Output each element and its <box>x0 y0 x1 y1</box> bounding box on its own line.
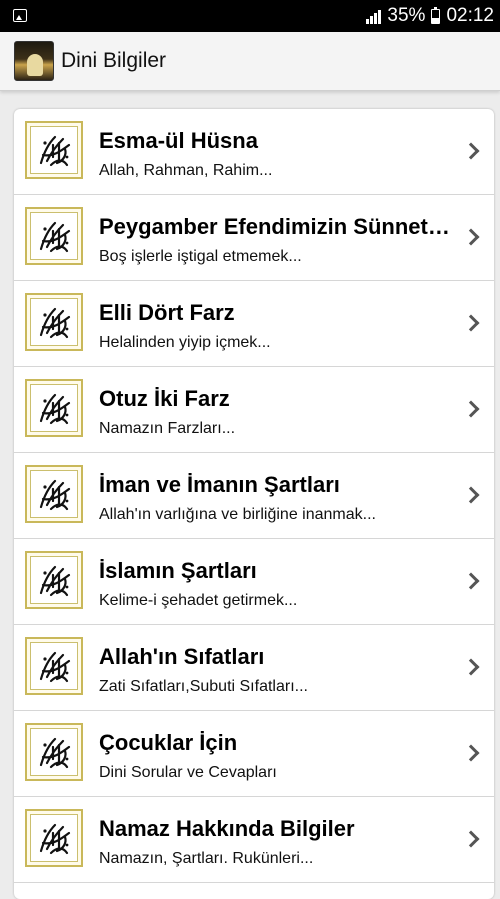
calligraphy-thumbnail-icon <box>25 293 83 351</box>
list-item-title: İman ve İmanın Şartları <box>99 472 340 497</box>
list-item[interactable]: Çocuklar İçin Dini Sorular ve Cevapları <box>14 711 494 797</box>
list-item-title: Allah'ın Sıfatları <box>99 644 265 669</box>
list-item-title: Peygamber Efendimizin Sünnetleri <box>99 214 451 239</box>
calligraphy-thumbnail-icon <box>25 207 83 265</box>
list-item-subtitle: Zati Sıfatları,Subuti Sıfatları... <box>99 678 308 695</box>
battery-percent: 35% <box>387 5 426 26</box>
list-item[interactable]: Allah'ın Sıfatları Zati Sıfatları,Subuti … <box>14 625 494 711</box>
list-item[interactable]: Otuz İki Farz Namazın Farzları... <box>14 367 494 453</box>
chevron-right-icon <box>462 400 480 418</box>
calligraphy-thumbnail-icon <box>25 379 83 437</box>
chevron-right-icon <box>462 228 480 246</box>
list-item-subtitle: Dini Sorular ve Cevapları <box>99 764 277 781</box>
list-item-title: Çocuklar İçin <box>99 730 238 755</box>
signal-icon <box>366 8 382 24</box>
chevron-right-icon <box>462 830 480 848</box>
list-item[interactable]: Esma-ül Hüsna Allah, Rahman, Rahim... <box>14 109 494 195</box>
list-item-title: Esma-ül Hüsna <box>99 128 258 153</box>
app-title: Dini Bilgiler <box>61 49 167 72</box>
chevron-right-icon <box>462 142 480 160</box>
list-item-title: Elli Dört Farz <box>99 300 235 325</box>
status-bar-right: 35% 02:12 <box>366 0 494 32</box>
app-logo-icon[interactable] <box>14 41 54 81</box>
list-item-title: Otuz İki Farz <box>99 386 230 411</box>
list-item-subtitle: Allah'ın varlığına ve birliğine inanmak.… <box>99 506 376 523</box>
list-item[interactable]: Elli Dört Farz Helalinden yiyip içmek... <box>14 281 494 367</box>
calligraphy-thumbnail-icon <box>25 551 83 609</box>
calligraphy-thumbnail-icon <box>25 465 83 523</box>
chevron-right-icon <box>462 486 480 504</box>
app-bar: Dini Bilgiler <box>0 32 500 91</box>
list-item-subtitle: Kelime-i şehadet getirmek... <box>99 592 298 609</box>
list-item-subtitle: Namazın, Şartları. Rukünleri... <box>99 850 314 867</box>
list-item-subtitle: Boş işlerle iştigal etmemek... <box>99 248 302 265</box>
clock: 02:12 <box>446 5 494 26</box>
list-item-title: İslamın Şartları <box>99 558 257 583</box>
list-item-title: Namaz Hakkında Bilgiler <box>99 816 355 841</box>
calligraphy-thumbnail-icon <box>25 809 83 867</box>
list-item-subtitle: Allah, Rahman, Rahim... <box>99 162 273 179</box>
list-item-subtitle: Helalinden yiyip içmek... <box>99 334 271 351</box>
chevron-right-icon <box>462 314 480 332</box>
list-item[interactable]: Namaz Hakkında Bilgiler Namazın, Şartları… <box>14 797 494 883</box>
list-item[interactable]: İslamın Şartları Kelime-i şehadet getirme… <box>14 539 494 625</box>
calligraphy-thumbnail-icon <box>25 121 83 179</box>
status-bar: 35% 02:12 <box>0 0 500 32</box>
battery-icon <box>431 6 441 24</box>
list-item[interactable]: İman ve İmanın Şartları Allah'ın varlığın… <box>14 453 494 539</box>
calligraphy-thumbnail-icon <box>25 723 83 781</box>
calligraphy-thumbnail-icon <box>25 637 83 695</box>
list-item[interactable]: Peygamber Efendimizin Sünnetleri Boş işle… <box>14 195 494 281</box>
chevron-right-icon <box>462 744 480 762</box>
topic-list: Esma-ül Hüsna Allah, Rahman, Rahim... Peyg… <box>14 109 494 899</box>
list-item-subtitle: Namazın Farzları... <box>99 420 236 437</box>
chevron-right-icon <box>462 658 480 676</box>
image-notification-icon <box>13 9 27 22</box>
chevron-right-icon <box>462 572 480 590</box>
